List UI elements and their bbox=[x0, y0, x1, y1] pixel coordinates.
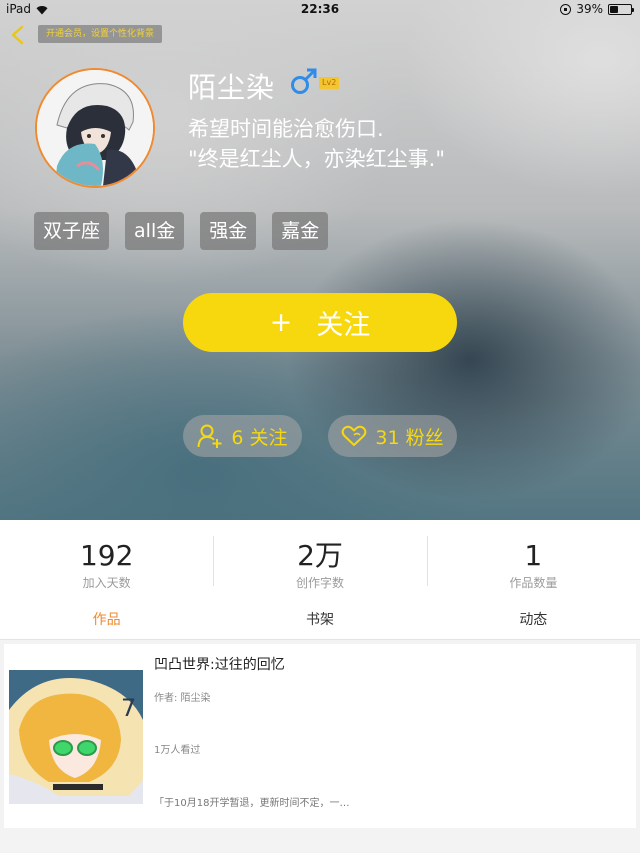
fans-label: 31 粉丝 bbox=[375, 426, 444, 449]
work-cover-image: 7 bbox=[9, 670, 143, 804]
male-gender-icon bbox=[289, 66, 319, 96]
stat-label: 加入天数 bbox=[82, 576, 131, 590]
tab-bookshelf[interactable]: 书架 bbox=[213, 600, 426, 639]
stat-value: 192 bbox=[79, 539, 134, 572]
tag-gemini[interactable]: 双子座 bbox=[34, 212, 110, 250]
battery-icon bbox=[608, 3, 634, 15]
stat-works-count: 1 作品数量 bbox=[426, 520, 640, 600]
back-button[interactable] bbox=[8, 24, 28, 46]
avatar[interactable] bbox=[35, 68, 155, 188]
stat-join-days: 192 加入天数 bbox=[0, 520, 213, 600]
user-bio: 希望时间能治愈伤口. "终是红尘人，亦染红尘事." bbox=[188, 114, 628, 174]
following-label: 6 关注 bbox=[231, 426, 288, 449]
work-author: 作者: 陌尘染 bbox=[154, 693, 211, 704]
stat-value: 1 bbox=[524, 539, 543, 572]
profile-tags: 双子座 all金 强金 嘉金 bbox=[34, 212, 329, 250]
user-name: 陌尘染 bbox=[188, 71, 276, 104]
chevron-left-icon bbox=[11, 25, 24, 45]
follow-label: 关注 bbox=[316, 310, 371, 341]
tag-all-jin[interactable]: all金 bbox=[125, 212, 185, 250]
work-title: 凹凸世界:过往的回忆 bbox=[154, 657, 285, 673]
battery-percent: 39% bbox=[576, 2, 603, 16]
tab-activity[interactable]: 动态 bbox=[427, 600, 640, 639]
stat-value: 2万 bbox=[297, 539, 343, 572]
work-description: 「于10月18开学暂退，更新时间不定，一… bbox=[154, 798, 350, 809]
follow-button[interactable]: + 关注 bbox=[183, 293, 457, 352]
work-card[interactable]: 7 凹凸世界:过往的回忆 作者: 陌尘染 1万人看过 「于10月18开学暂退，更… bbox=[4, 644, 636, 828]
svg-text:7: 7 bbox=[121, 694, 136, 722]
heart-icon bbox=[342, 425, 367, 446]
work-views: 1万人看过 bbox=[154, 745, 201, 756]
stat-label: 作品数量 bbox=[509, 576, 558, 590]
stat-label: 创作字数 bbox=[295, 576, 344, 590]
level-badge: Lv2 bbox=[319, 77, 340, 89]
status-time: 22:36 bbox=[300, 2, 340, 16]
bio-line: 希望时间能治愈伤口. bbox=[188, 117, 384, 141]
plus-icon: + bbox=[269, 307, 293, 338]
bio-line: "终是红尘人，亦染红尘事." bbox=[188, 147, 445, 171]
status-bar: iPad 22:36 39% bbox=[0, 0, 640, 18]
rotation-lock-icon bbox=[560, 3, 572, 15]
tag-qiang-jin[interactable]: 强金 bbox=[200, 212, 257, 250]
fans-count-button[interactable]: 31 粉丝 bbox=[328, 415, 457, 457]
avatar-illustration bbox=[37, 70, 153, 186]
tag-jia-jin[interactable]: 嘉金 bbox=[272, 212, 329, 250]
stat-word-count: 2万 创作字数 bbox=[213, 520, 426, 600]
vip-background-banner[interactable]: 开通会员，设置个性化背景 bbox=[38, 25, 163, 43]
bottom-spacer bbox=[0, 830, 640, 853]
stats-bar: 192 加入天数 2万 创作字数 1 作品数量 bbox=[0, 520, 640, 600]
following-count-button[interactable]: 6 关注 bbox=[183, 415, 302, 457]
add-user-icon bbox=[197, 424, 222, 448]
tab-works[interactable]: 作品 bbox=[0, 600, 213, 639]
profile-tabs: 作品 书架 动态 bbox=[0, 600, 640, 640]
